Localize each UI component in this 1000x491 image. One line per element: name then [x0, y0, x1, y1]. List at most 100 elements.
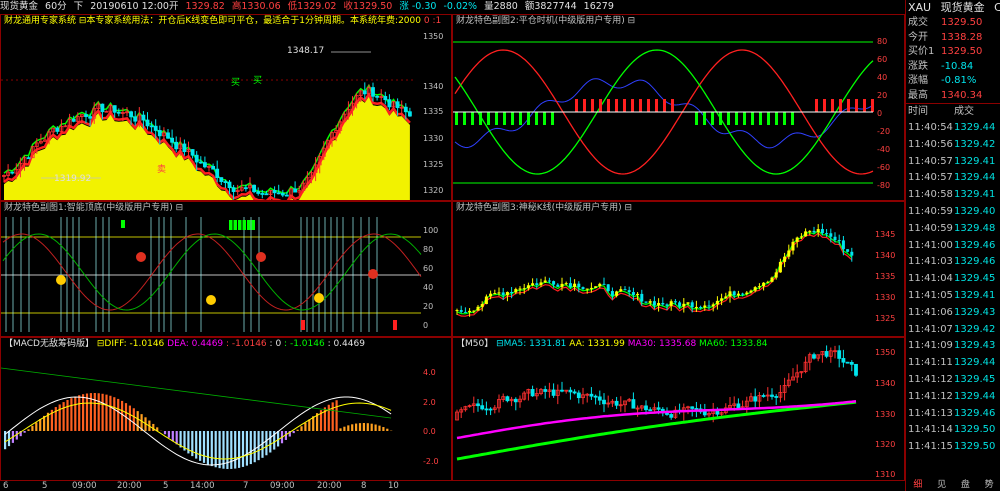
- signal-block-green: [242, 220, 246, 230]
- exit-timing-panel[interactable]: 财龙特色副图2:平仓时机(中级版用户专用) ⊟ 80 60 40 20 0 -2…: [452, 14, 905, 201]
- macd-diff: ⊟DIFF: -1.0146: [96, 339, 165, 349]
- m50-panel[interactable]: 【M50】 ⊟MA5: 1331.81 AA: 1331.99 MA30: 13…: [452, 337, 905, 481]
- candle-body: [656, 407, 661, 410]
- macd-bar: [62, 402, 65, 431]
- macd-bar: [163, 431, 167, 435]
- signal-bar-green: [719, 112, 722, 125]
- quote-field-value: -10.84: [941, 60, 974, 72]
- candle-body: [720, 298, 724, 301]
- candle-body: [84, 114, 88, 117]
- candle-body: [219, 177, 224, 182]
- tick-row: 11:40:57 1329.44: [906, 170, 1000, 187]
- y-tick: 60: [423, 264, 434, 273]
- candle-body: [153, 125, 158, 131]
- macd-bar: [343, 426, 346, 431]
- candle-body: [407, 111, 412, 117]
- candle-body: [395, 101, 400, 109]
- buy-mark-1: 买: [231, 78, 241, 88]
- m50-aa: AA: 1331.99: [569, 339, 625, 349]
- candle-body: [728, 291, 732, 297]
- main-kline-panel[interactable]: 财龙通用专家系统 ⊟本专家系统用法：开仓后K线变色即可平仓，最适合于1分钟周期。…: [0, 14, 452, 201]
- y-tick: 1350: [875, 348, 896, 357]
- candle-body: [774, 272, 778, 278]
- candle-body: [227, 181, 232, 189]
- period[interactable]: 60分: [45, 1, 67, 12]
- candle-body: [711, 304, 715, 307]
- signal-bar-red: [823, 99, 826, 112]
- signal-bar-green: [759, 112, 762, 125]
- candle-body: [170, 137, 175, 143]
- candle-body: [463, 311, 467, 313]
- signal-bar-green: [495, 112, 498, 125]
- candle-body: [488, 408, 493, 411]
- signal-bar-green: [511, 112, 514, 125]
- tick-price: 1329.41: [954, 155, 996, 167]
- candle-body: [841, 240, 845, 250]
- candle-body: [833, 236, 837, 241]
- smart-top-bottom-chart: [1, 217, 422, 332]
- signal-bar-green: [479, 112, 482, 125]
- tick-time: 11:40:57: [908, 155, 953, 167]
- tab-book[interactable]: 盘: [954, 479, 978, 491]
- y-tick: 1330: [875, 293, 896, 302]
- tab-view[interactable]: 见: [930, 479, 954, 491]
- candle-body: [260, 193, 265, 195]
- tick-list[interactable]: 11:40:54 1329.44 11:40:56 1329.42 11:40:57 13…: [906, 120, 1000, 456]
- mystic-kline-panel[interactable]: 财龙特色副图3:神秘K线(中级版用户专用) ⊟ 1345 1340 1335 1…: [452, 201, 905, 337]
- tick-time: 11:40:59: [908, 222, 953, 234]
- m50-chart: [455, 345, 858, 461]
- signal-dot: [56, 275, 66, 285]
- candle-body: [198, 161, 203, 164]
- candle-body: [497, 292, 501, 294]
- candle-body: [762, 282, 766, 287]
- tick-price: 1329.44: [954, 390, 996, 402]
- candle-body: [10, 171, 15, 174]
- signal-block-green: [251, 220, 255, 230]
- macd-bar: [58, 404, 61, 431]
- candle-body: [610, 291, 614, 296]
- candle-body: [825, 233, 829, 235]
- signal-bar-red: [615, 99, 618, 112]
- y-tick: 1335: [875, 272, 896, 281]
- candle-body: [572, 391, 577, 394]
- tab-trend[interactable]: 势: [977, 479, 1000, 491]
- macd-panel[interactable]: 【MACD无敌筹码版】 ⊟DIFF: -1.0146 DEA: 0.4469 :…: [0, 337, 452, 481]
- candle-body: [749, 290, 753, 293]
- y-tick: 20: [423, 302, 434, 311]
- tab-detail[interactable]: 细: [906, 479, 930, 491]
- candle-body: [455, 310, 459, 312]
- signal-bar-green: [735, 112, 738, 125]
- candle-body: [141, 114, 146, 121]
- macd-bar: [304, 422, 307, 431]
- candle-body: [707, 305, 711, 307]
- smart-top-bottom-panel[interactable]: 财龙特色副图1:智能顶底(中级版用户专用) ⊟ 100 80 60 40 20 …: [0, 201, 452, 337]
- macd-bar: [171, 431, 174, 442]
- signal-block-green: [229, 220, 233, 230]
- candle-body: [644, 301, 648, 303]
- signal-dot: [206, 295, 216, 305]
- macd-bar: [31, 425, 34, 431]
- candle-body: [174, 141, 179, 150]
- y-tick: 1320: [423, 186, 444, 195]
- quote-field-label: 涨跌: [908, 60, 928, 72]
- signal-bar-red: [591, 99, 594, 112]
- tick-row: 11:41:13 1329.46: [906, 406, 1000, 423]
- candle-body: [231, 187, 236, 192]
- candle-body: [539, 282, 543, 286]
- candle-body: [476, 306, 480, 311]
- tick-price: 1329.46: [954, 256, 996, 268]
- y-tick: 1320: [875, 440, 896, 449]
- candle-body: [531, 283, 535, 286]
- candle-body: [573, 283, 577, 287]
- bar-low: 低1329.02: [287, 1, 337, 12]
- candle-body: [552, 281, 556, 285]
- candle-body: [272, 189, 277, 194]
- y-tick: 80: [423, 245, 434, 254]
- candle-body: [484, 296, 488, 305]
- macd-bar: [39, 419, 42, 431]
- signal-bar-red: [815, 99, 818, 112]
- macd-name: 【MACD无敌筹码版】: [4, 339, 94, 349]
- candle-body: [594, 286, 598, 288]
- candle-body: [770, 394, 774, 397]
- y-tick: 1340: [423, 82, 444, 91]
